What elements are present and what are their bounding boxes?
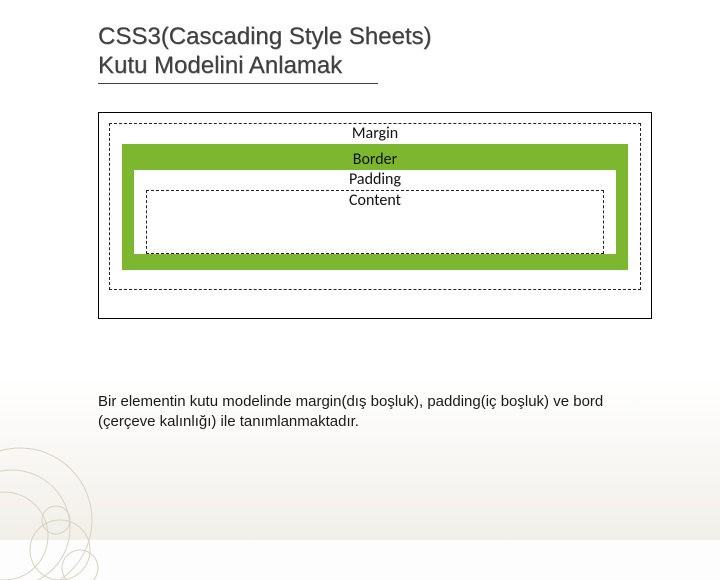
- content-label: Content: [147, 191, 603, 211]
- page-title: CSS3(Cascading Style Sheets) Kutu Modeli…: [98, 22, 432, 84]
- margin-box: Margin Border Padding Content: [109, 123, 641, 290]
- body-paragraph: Bir elementin kutu modelinde margin(dış …: [98, 392, 720, 433]
- title-line-2: Kutu Modelini Anlamak: [98, 51, 432, 80]
- border-label: Border: [128, 150, 622, 170]
- margin-label: Margin: [110, 124, 640, 144]
- padding-box: Padding Content: [134, 170, 616, 254]
- content-box: Content: [146, 190, 604, 254]
- title-line-1: CSS3(Cascading Style Sheets): [98, 22, 432, 51]
- padding-label: Padding: [134, 170, 616, 190]
- body-line-2: (çerçeve kalınlığı) ile tanımlanmaktadır…: [98, 412, 720, 432]
- body-line-1: Bir elementin kutu modelinde margin(dış …: [98, 392, 720, 412]
- box-model-figure: Margin Border Padding Content: [98, 112, 652, 319]
- border-box: Border Padding Content: [122, 144, 628, 270]
- title-underline: [98, 83, 378, 84]
